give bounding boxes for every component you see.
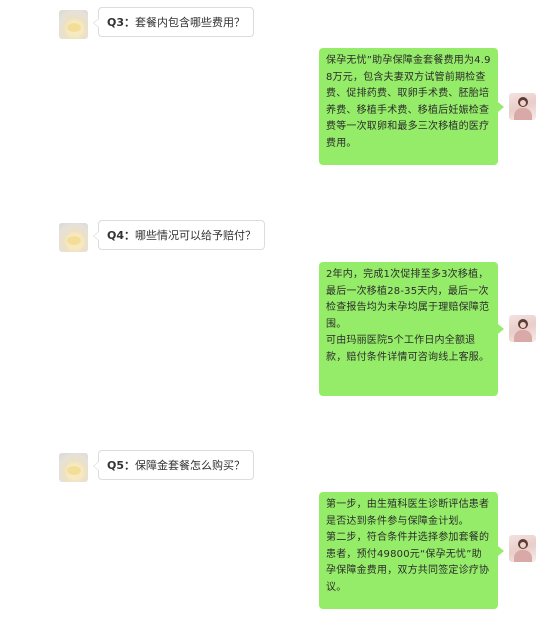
question-tag: Q3： [107,16,136,29]
answer-paragraph: 2年内，完成1次促排至多3次移植，最后一次移植28-35天内，最后一次检查报告均… [326,269,490,330]
answer-bubble-q4: 2年内，完成1次促排至多3次移植，最后一次移植28-35天内，最后一次检查报告均… [319,262,504,396]
question-bubble-q4: Q4：哪些情况可以给予赔付？ [92,220,266,250]
asker-avatar [59,10,88,39]
answer-paragraph: 保孕无忧”助孕保障金套餐费用为4.98万元，包含夫妻双方试管前期检查费、促排药费… [326,55,491,149]
question-tag: Q5： [107,459,136,472]
question-text: 哪些情况可以给予赔付？ [135,229,257,242]
question-text: 套餐内包含哪些费用？ [135,16,246,29]
asker-avatar [59,223,88,252]
responder-avatar [509,93,536,120]
question-bubble-q5: Q5：保障金套餐怎么购买？ [92,450,255,480]
responder-avatar [509,315,536,342]
question-bubble-q3: Q3：套餐内包含哪些费用？ [92,7,255,37]
answer-bubble-q3: 保孕无忧”助孕保障金套餐费用为4.98万元，包含夫妻双方试管前期检查费、促排药费… [319,48,504,165]
asker-avatar [59,453,88,482]
question-text: 保障金套餐怎么购买？ [135,459,246,472]
answer-paragraph: 第二步，符合条件并选择参加套餐的患者，预付49800元“保孕无忧”助孕保障金费用… [326,532,490,593]
answer-paragraph: 第一步，由生殖科医生诊断评估患者是否达到条件参与保障金计划。 [326,499,490,527]
answer-paragraph: 可由玛丽医院5个工作日内全额退款，赔付条件详情可咨询线上客服。 [326,335,490,363]
answer-bubble-q5: 第一步，由生殖科医生诊断评估患者是否达到条件参与保障金计划。 第二步，符合条件并… [319,492,504,609]
responder-avatar [509,535,536,562]
question-tag: Q4： [107,229,136,242]
